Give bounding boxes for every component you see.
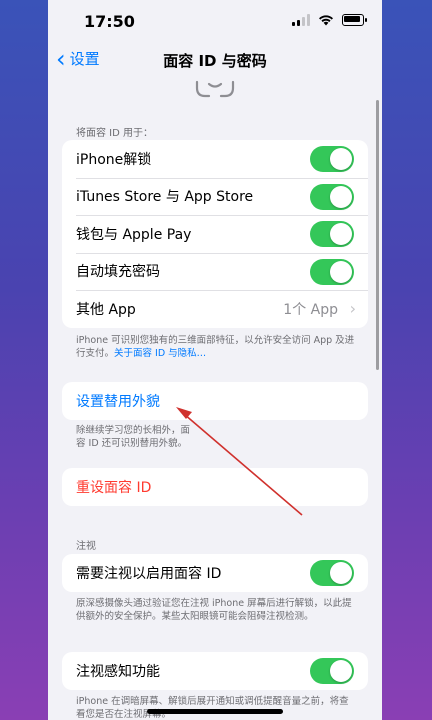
reset-face-id-button[interactable]: 重设面容 ID: [62, 468, 368, 506]
cellular-signal-icon: [292, 14, 310, 26]
status-bar: 17:50: [48, 0, 382, 44]
attention-aware-group: 注视感知功能: [62, 652, 368, 690]
scrollbar[interactable]: [376, 100, 379, 370]
wifi-icon: [319, 15, 333, 26]
row-wallet-apple-pay: 钱包与 Apple Pay: [62, 215, 368, 253]
row-label: 其他 App: [76, 301, 136, 318]
status-icons: [292, 14, 367, 26]
alternate-appearance-group: 设置替用外貌: [62, 382, 368, 420]
row-require-attention: 需要注视以启用面容 ID: [62, 554, 368, 592]
toggle-attention-aware[interactable]: [310, 658, 354, 684]
chevron-right-icon: ›: [349, 299, 356, 319]
privacy-link[interactable]: 关于面容 ID 与隐私…: [114, 348, 206, 359]
row-label: 钱包与 Apple Pay: [76, 226, 192, 243]
toggle-password-autofill[interactable]: [310, 258, 354, 285]
row-label: iTunes Store 与 App Store: [76, 189, 254, 206]
home-indicator[interactable]: [147, 709, 283, 714]
toggle-iphone-unlock[interactable]: [310, 146, 354, 172]
toggle-require-attention[interactable]: [310, 560, 354, 586]
alternate-appearance-footnote: 除继续学习您的长相外，面容 ID 还可识别替用外貌。: [76, 425, 191, 449]
row-itunes-app-store: iTunes Store 与 App Store: [62, 177, 368, 216]
row-iphone-unlock: iPhone解锁: [62, 140, 368, 178]
require-attention-footnote: 原深感摄像头通过验证您在注视 iPhone 屏幕后进行解锁，以此提供额外的安全保…: [76, 598, 352, 622]
attention-aware-footnote: iPhone 在调暗屏幕、解锁后展开通知或调低提醒音量之前，将查看您是否在注视屏…: [76, 696, 349, 720]
section-header-attention: 注视: [76, 541, 96, 552]
row-other-apps[interactable]: 其他 App 1个 App ›: [62, 290, 368, 328]
row-password-autofill: 自动填充密码: [62, 252, 368, 291]
row-attention-aware: 注视感知功能: [62, 652, 368, 690]
row-label: 注视感知功能: [76, 663, 160, 680]
toggle-wallet-apple-pay[interactable]: [310, 221, 354, 247]
phone-screen: 17:50 ‹ 设置 面容 ID 与密码 将面容 ID 用于： iPhone解锁: [48, 0, 382, 720]
other-apps-count: 1个 App: [283, 301, 338, 318]
require-attention-group: 需要注视以启用面容 ID: [62, 554, 368, 592]
row-label: 自动填充密码: [76, 264, 160, 281]
page-title: 面容 ID 与密码: [163, 52, 267, 70]
use-face-id-footnote: iPhone 可识别您独有的三维面部特征，以允许安全访问 App 及进行支付。关…: [76, 335, 355, 359]
battery-icon: [342, 14, 367, 26]
section-header-use-face-id: 将面容 ID 用于：: [76, 128, 154, 139]
status-time: 17:50: [84, 12, 135, 31]
use-face-id-group: iPhone解锁 iTunes Store 与 App Store 钱包与 Ap…: [62, 140, 368, 328]
row-label: iPhone解锁: [76, 151, 152, 168]
toggle-itunes-app-store[interactable]: [310, 183, 354, 210]
row-label: 需要注视以启用面容 ID: [76, 565, 222, 582]
face-id-icon: [195, 80, 235, 98]
set-up-alternate-appearance-button[interactable]: 设置替用外貌: [62, 382, 368, 420]
reset-face-id-group: 重设面容 ID: [62, 468, 368, 506]
navigation-bar: ‹ 设置 面容 ID 与密码: [48, 44, 382, 76]
